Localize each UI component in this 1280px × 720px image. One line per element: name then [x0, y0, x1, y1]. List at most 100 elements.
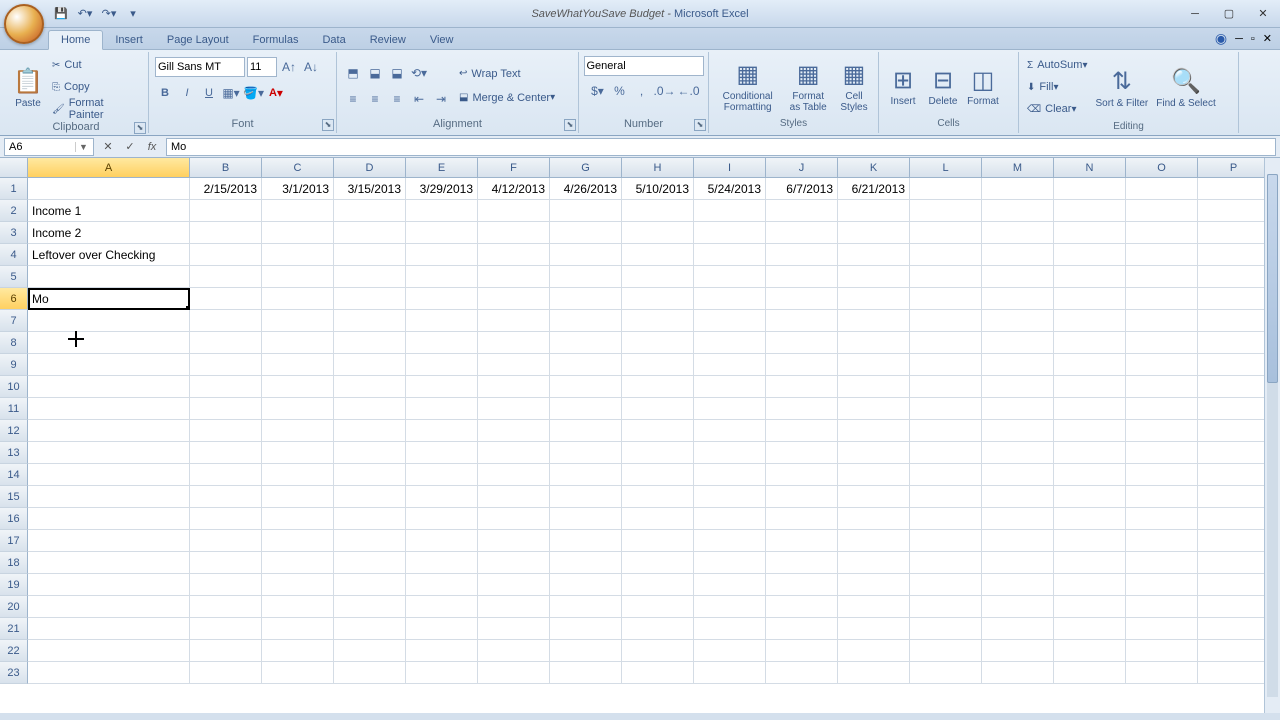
cell[interactable]	[694, 398, 766, 420]
border-button[interactable]: ▦▾	[221, 83, 241, 103]
cell[interactable]	[622, 354, 694, 376]
column-header[interactable]: A	[28, 158, 190, 178]
cell[interactable]	[334, 464, 406, 486]
cell[interactable]	[190, 442, 262, 464]
cell[interactable]	[694, 662, 766, 684]
cell[interactable]	[550, 618, 622, 640]
confirm-edit-icon[interactable]: ✓	[120, 138, 140, 156]
row-header[interactable]: 19	[0, 574, 28, 596]
undo-icon[interactable]: ↶▾	[74, 4, 96, 24]
cell[interactable]	[1054, 288, 1126, 310]
cell[interactable]	[694, 288, 766, 310]
cell[interactable]	[910, 574, 982, 596]
cell[interactable]	[550, 354, 622, 376]
cell[interactable]	[550, 530, 622, 552]
cell[interactable]	[1198, 552, 1270, 574]
cell[interactable]	[406, 310, 478, 332]
row-header[interactable]: 13	[0, 442, 28, 464]
cell[interactable]	[28, 530, 190, 552]
cell[interactable]	[28, 464, 190, 486]
cell[interactable]	[28, 486, 190, 508]
cell[interactable]	[190, 508, 262, 530]
cell[interactable]	[406, 442, 478, 464]
cell[interactable]	[478, 420, 550, 442]
cell[interactable]	[262, 618, 334, 640]
cell[interactable]	[1054, 508, 1126, 530]
cell[interactable]	[694, 530, 766, 552]
cell[interactable]	[1126, 618, 1198, 640]
cell[interactable]	[1054, 486, 1126, 508]
cell[interactable]	[1126, 420, 1198, 442]
cell[interactable]	[838, 266, 910, 288]
cell[interactable]	[1054, 200, 1126, 222]
cell[interactable]	[694, 310, 766, 332]
row-header[interactable]: 3	[0, 222, 28, 244]
cell[interactable]	[262, 310, 334, 332]
clipboard-launcher[interactable]: ⬊	[134, 122, 146, 134]
cell[interactable]	[982, 288, 1054, 310]
cell[interactable]	[334, 266, 406, 288]
cell[interactable]	[334, 420, 406, 442]
row-header[interactable]: 21	[0, 618, 28, 640]
cell[interactable]	[622, 442, 694, 464]
cell[interactable]	[982, 244, 1054, 266]
cell[interactable]	[28, 178, 190, 200]
cell[interactable]	[838, 530, 910, 552]
cell[interactable]	[190, 640, 262, 662]
cell[interactable]	[766, 310, 838, 332]
minimize-button[interactable]: ─	[1182, 5, 1208, 23]
cell[interactable]	[838, 420, 910, 442]
cell[interactable]	[478, 332, 550, 354]
cell[interactable]	[1126, 662, 1198, 684]
cell[interactable]	[838, 310, 910, 332]
cell[interactable]	[694, 574, 766, 596]
cell[interactable]	[766, 464, 838, 486]
cell[interactable]	[910, 200, 982, 222]
doc-minimize-icon[interactable]: ─	[1235, 33, 1243, 45]
cell[interactable]	[406, 596, 478, 618]
cell[interactable]	[406, 376, 478, 398]
number-format-select[interactable]	[584, 56, 704, 76]
cell[interactable]	[262, 244, 334, 266]
cell[interactable]	[28, 640, 190, 662]
cell[interactable]	[262, 596, 334, 618]
autosum-button[interactable]: Σ AutoSum ▾	[1023, 55, 1091, 75]
row-header[interactable]: 20	[0, 596, 28, 618]
cell[interactable]	[766, 200, 838, 222]
cell[interactable]	[406, 244, 478, 266]
cell[interactable]	[694, 244, 766, 266]
column-header[interactable]: P	[1198, 158, 1270, 178]
formula-input[interactable]	[166, 138, 1276, 156]
cell[interactable]	[262, 486, 334, 508]
cell[interactable]	[910, 398, 982, 420]
cell[interactable]	[766, 486, 838, 508]
select-all-corner[interactable]	[0, 158, 28, 178]
tab-page-layout[interactable]: Page Layout	[155, 31, 241, 49]
cell[interactable]	[190, 310, 262, 332]
cell[interactable]	[550, 376, 622, 398]
office-button[interactable]	[4, 4, 44, 44]
format-as-table-button[interactable]: ▦Format as Table	[782, 57, 834, 115]
font-color-button[interactable]: A▾	[266, 83, 286, 103]
cell[interactable]	[334, 288, 406, 310]
cell[interactable]	[28, 310, 190, 332]
cell[interactable]	[550, 486, 622, 508]
cell[interactable]	[478, 442, 550, 464]
cell[interactable]	[622, 574, 694, 596]
cell[interactable]	[1054, 332, 1126, 354]
decrease-decimal-icon[interactable]: ←.0	[678, 81, 700, 101]
cell[interactable]	[622, 420, 694, 442]
cell[interactable]	[982, 332, 1054, 354]
cell[interactable]	[838, 200, 910, 222]
cell[interactable]	[766, 552, 838, 574]
column-header[interactable]: L	[910, 158, 982, 178]
cell[interactable]	[334, 376, 406, 398]
align-center-icon[interactable]: ≡	[365, 89, 385, 109]
fill-color-button[interactable]: 🪣▾	[243, 83, 264, 103]
cell[interactable]	[622, 486, 694, 508]
cell[interactable]	[1054, 618, 1126, 640]
cell[interactable]	[478, 398, 550, 420]
cell[interactable]	[622, 508, 694, 530]
column-header[interactable]: F	[478, 158, 550, 178]
column-header[interactable]: K	[838, 158, 910, 178]
